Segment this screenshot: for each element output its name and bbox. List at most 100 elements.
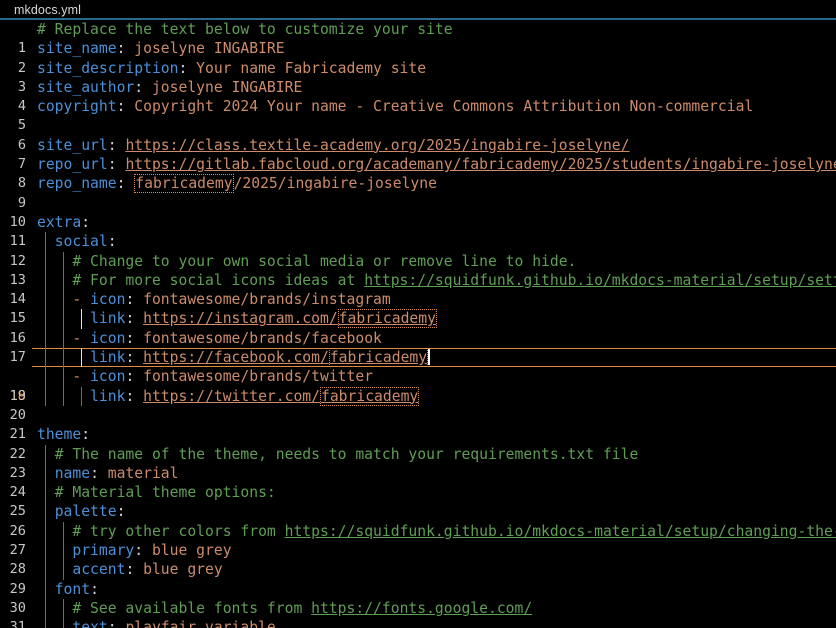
url-link[interactable]: https://facebook.com/	[143, 349, 329, 366]
spellcheck-word[interactable]: fabricademy	[337, 309, 437, 329]
spellcheck-word[interactable]: fabricademy	[328, 348, 429, 368]
line-content[interactable]: link: https://twitter.com/fabricademy	[37, 386, 420, 406]
colon-token: :	[125, 561, 135, 579]
line-content[interactable]: repo_url: https://gitlab.fabcloud.org/ac…	[37, 155, 836, 174]
yaml-value: joselyne INGABIRE	[151, 78, 303, 96]
line-content[interactable]: link: https://facebook.com/fabricademy	[37, 348, 431, 368]
line-content[interactable]: site_url: https://class.textile-academy.…	[37, 136, 629, 155]
line-content[interactable]: # Change to your own social media or rem…	[37, 252, 576, 271]
editor-row[interactable]: 15 - icon: fontawesome/brands/instagram	[0, 290, 836, 326]
code-editor[interactable]: 1 # Replace the text below to customize …	[0, 20, 836, 628]
line-content[interactable]: repo_name: fabricademy/2025/ingabire-jos…	[37, 174, 437, 194]
colon-token: :	[81, 213, 91, 231]
line-content[interactable]: - icon: fontawesome/brands/facebook	[37, 329, 382, 348]
yaml-value: fontawesome/brands/twitter	[143, 368, 374, 386]
line-content[interactable]: palette:	[37, 502, 126, 521]
line-content[interactable]: text: playfair variable	[37, 618, 275, 628]
line-content[interactable]: # For more social icons ideas at https:/…	[37, 271, 836, 290]
editor-row[interactable]: 31 # See available fonts from https://fo…	[0, 598, 836, 628]
colon-token: :	[116, 98, 126, 116]
editor-row[interactable]: 16 link: https://instagram.com/fabricade…	[0, 309, 836, 346]
yaml-key: site_author	[37, 78, 135, 96]
editor-row-active[interactable]: 18 link: https://facebook.com/fabricadem…	[0, 348, 836, 404]
editor-row[interactable]: 5 copyright: Copyright 2024 Your name - …	[0, 97, 836, 133]
editor-row[interactable]: 23 # The name of the theme, needs to mat…	[0, 444, 836, 481]
list-dash: -	[72, 291, 91, 309]
line-content[interactable]: # Replace the text below to customize yo…	[37, 20, 453, 39]
colon-token: :	[125, 291, 135, 309]
editor-row[interactable]: 2 site_name: joselyne INGABIRE	[0, 39, 836, 75]
editor-row[interactable]: 12 social:	[0, 232, 836, 269]
comment-token: # For more social icons ideas at	[72, 271, 365, 289]
tab-label: mkdocs.yml	[14, 3, 81, 17]
colon-token: :	[116, 40, 126, 58]
editor-row[interactable]: 25 # Material theme options:	[0, 483, 836, 519]
editor-row[interactable]: 11 extra:	[0, 213, 836, 249]
editor-row[interactable]: 8 repo_url: https://gitlab.fabcloud.org/…	[0, 155, 836, 191]
editor-row[interactable]: 4 site_author: joselyne INGABIRE	[0, 78, 836, 114]
editor-row[interactable]: 28 primary: blue grey	[0, 541, 836, 577]
editor-row[interactable]: 13 # Change to your own social media or …	[0, 251, 836, 288]
spellcheck-word[interactable]: fabricademy	[319, 386, 420, 406]
url-link[interactable]: https://class.textile-academy.org/2025/i…	[125, 137, 629, 154]
editor-row[interactable]: 7 site_url: https://class.textile-academ…	[0, 136, 836, 172]
editor-row[interactable]: 6	[0, 116, 836, 153]
list-dash: -	[72, 368, 91, 386]
editor-row[interactable]: 32 text: playfair variable	[0, 618, 836, 628]
line-content[interactable]: primary: blue grey	[37, 541, 231, 560]
line-content[interactable]: name: material	[37, 464, 179, 483]
text-cursor	[428, 349, 431, 366]
line-content[interactable]: font:	[37, 580, 99, 599]
editor-row[interactable]: 29 accent: blue grey	[0, 560, 836, 597]
yaml-value: fontawesome/brands/facebook	[143, 329, 382, 347]
line-content[interactable]: # See available fonts from https://fonts…	[37, 599, 532, 618]
editor-row[interactable]: 19 - icon: fontawesome/brands/twitter	[0, 367, 836, 404]
line-content[interactable]: site_author: joselyne INGABIRE	[37, 78, 302, 97]
editor-row[interactable]: 14 # For more social icons ideas at http…	[0, 270, 836, 307]
line-content[interactable]: - icon: fontawesome/brands/twitter	[37, 367, 373, 386]
line-content[interactable]: # try other colors from https://squidfun…	[37, 522, 836, 541]
url-link[interactable]: https://instagram.com/	[143, 310, 338, 327]
editor-row[interactable]: 24 name: material	[0, 463, 836, 500]
editor-row[interactable]: 22 theme:	[0, 425, 836, 461]
yaml-key: icon	[90, 368, 126, 386]
yaml-key: icon	[90, 329, 126, 347]
editor-row[interactable]: 27 # try other colors from https://squid…	[0, 521, 836, 558]
url-link[interactable]: https://fonts.google.com/	[311, 600, 532, 617]
editor-row[interactable]: 30 font:	[0, 579, 836, 616]
line-content[interactable]: # The name of the theme, needs to match …	[37, 445, 639, 464]
editor-row[interactable]: 17 - icon: fontawesome/brands/facebook	[0, 328, 836, 365]
editor-row[interactable]: 3 site_description: Your name Fabricadem…	[0, 59, 836, 95]
line-content[interactable]: copyright: Copyright 2024 Your name - Cr…	[37, 97, 753, 116]
line-content[interactable]: accent: blue grey	[37, 560, 222, 579]
yaml-key: social	[54, 233, 108, 251]
url-link[interactable]: https://squidfunk.github.io/mkdocs-mater…	[285, 523, 836, 540]
url-link[interactable]: https://squidfunk.github.io/mkdocs-mater…	[364, 272, 836, 289]
colon-token: :	[116, 175, 126, 193]
colon-token: :	[178, 59, 188, 77]
editor-row[interactable]: 9 repo_name: fabricademy/2025/ingabire-j…	[0, 174, 836, 211]
line-content[interactable]: # Material theme options:	[37, 483, 276, 502]
comment-token: # try other colors from	[72, 522, 285, 540]
url-link[interactable]: https://twitter.com/	[143, 388, 320, 405]
line-content[interactable]: theme:	[37, 425, 90, 444]
editor-row[interactable]: 10	[0, 194, 836, 230]
colon-token: :	[125, 368, 135, 386]
line-content[interactable]: extra:	[37, 213, 90, 232]
tab-mkdocs-yml[interactable]: mkdocs.yml	[0, 0, 93, 20]
editor-row[interactable]: 20 link: https://twitter.com/fabricademy	[0, 386, 836, 423]
editor-row[interactable]: 1 # Replace the text below to customize …	[0, 20, 836, 56]
line-content[interactable]: social:	[37, 232, 117, 251]
line-content[interactable]: site_name: joselyne INGABIRE	[37, 39, 285, 58]
editor-row[interactable]: 21	[0, 406, 836, 442]
url-link[interactable]: https://gitlab.fabcloud.org/academany/fa…	[125, 156, 836, 173]
yaml-key: site_name	[37, 40, 117, 58]
line-content[interactable]: site_description: Your name Fabricademy …	[37, 59, 426, 78]
colon-token: :	[125, 387, 135, 405]
line-content[interactable]: - icon: fontawesome/brands/instagram	[37, 290, 390, 309]
line-content[interactable]: link: https://instagram.com/fabricademy	[37, 309, 437, 329]
editor-row[interactable]: 26 palette:	[0, 502, 836, 539]
